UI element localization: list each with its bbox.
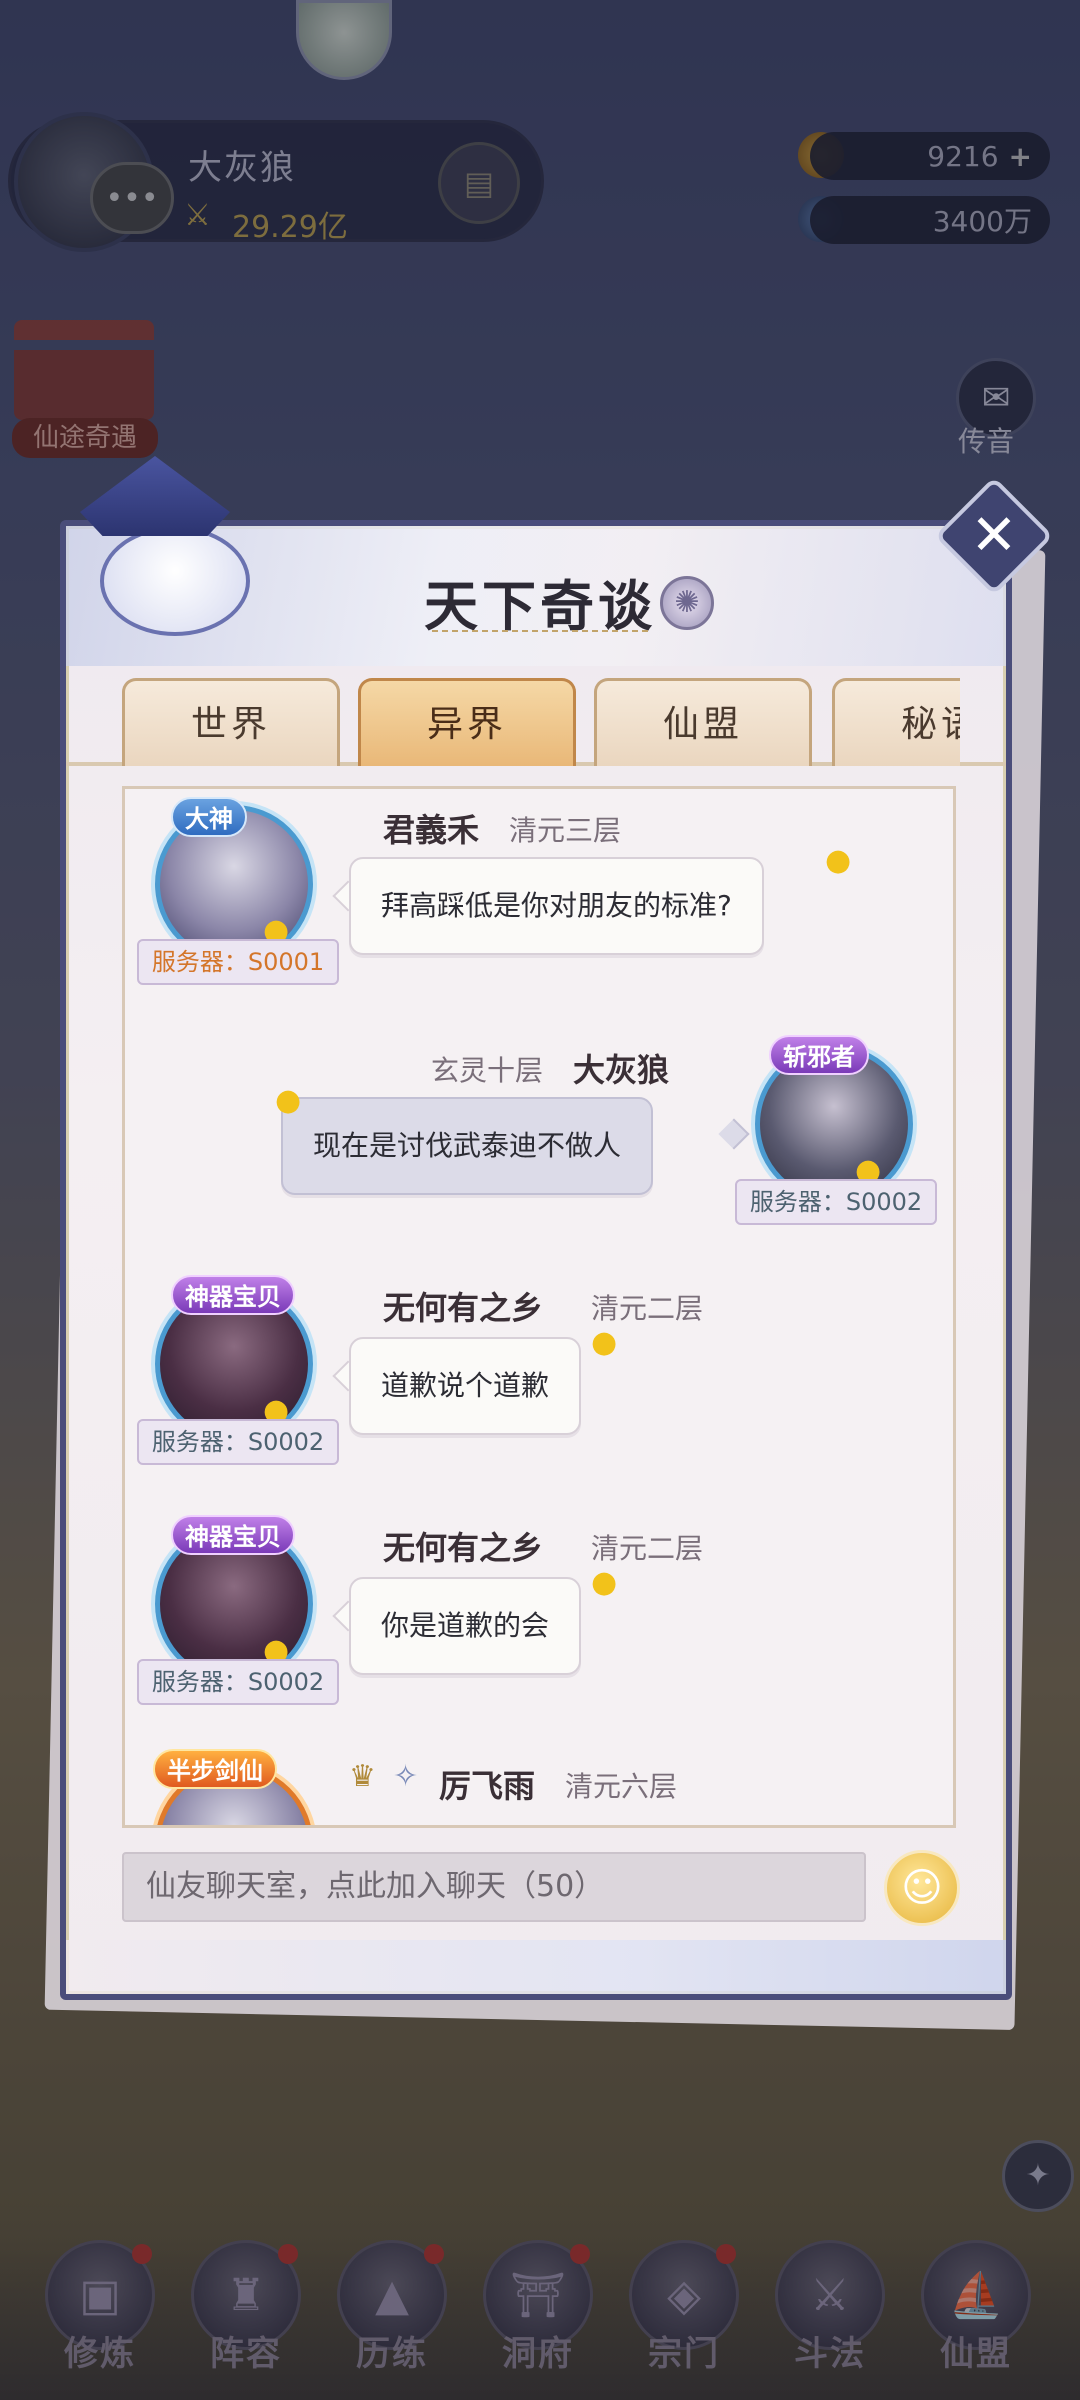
title-badge: 神器宝贝 bbox=[171, 1515, 295, 1555]
title-badge: 半步剑仙 bbox=[153, 1749, 277, 1789]
title-underline bbox=[432, 630, 648, 636]
sender-name: 厉飞雨 bbox=[439, 1767, 536, 1805]
spirit-icon: ✧ bbox=[393, 1759, 419, 1794]
duck-icon: ● bbox=[275, 1083, 302, 1118]
title-badge: 神器宝贝 bbox=[171, 1275, 295, 1315]
server-tag: 服务器：S0002 bbox=[137, 1659, 339, 1705]
message-bubble[interactable]: 现在是讨伐武泰迪不做人 bbox=[281, 1097, 654, 1195]
sender-rank: 清元六层 bbox=[565, 1770, 678, 1803]
emoji-icon[interactable]: ☺ bbox=[884, 1850, 960, 1926]
duck-icon: ● bbox=[591, 1325, 618, 1360]
sender-name: 无何有之乡 bbox=[383, 1289, 544, 1327]
tab-alliance[interactable]: 仙盟 bbox=[594, 678, 812, 766]
server-tag: 服务器：S0002 bbox=[137, 1419, 339, 1465]
pagoda-roof bbox=[80, 456, 230, 536]
sender-name: 大灰狼 bbox=[573, 1051, 670, 1089]
pagoda-disk bbox=[100, 526, 250, 636]
server-tag: 服务器：S0002 bbox=[735, 1179, 937, 1225]
server-tag: 服务器：S0001 bbox=[137, 939, 339, 985]
chat-input[interactable]: 仙友聊天室，点此加入聊天（50） bbox=[122, 1852, 866, 1922]
sender-rank: 清元三层 bbox=[509, 814, 622, 847]
title-badge: 大神 bbox=[171, 797, 247, 837]
sender-rank: 清元二层 bbox=[591, 1292, 704, 1325]
tab-otherworld[interactable]: 异界 bbox=[358, 678, 576, 766]
message-bubble[interactable]: 你是道歉的会 bbox=[349, 1577, 582, 1675]
title-badge: 斩邪者 bbox=[769, 1035, 869, 1075]
message-bubble[interactable]: 拜高踩低是你对朋友的标准? bbox=[349, 857, 764, 955]
duck-icon: ● bbox=[591, 1565, 618, 1600]
dialog-footer-decoration bbox=[66, 1940, 1006, 1994]
gear-icon[interactable]: ✺ bbox=[660, 576, 714, 630]
chat-message-list[interactable]: 大神 ● 服务器：S0001 君義禾 清元三层 拜高踩低是你对朋友的标准? ● … bbox=[122, 786, 956, 1828]
channel-tabs: 世界 异界 仙盟 秘语 bbox=[122, 678, 960, 766]
bubble-tail bbox=[718, 1118, 750, 1150]
sender-rank: 玄灵十层 bbox=[431, 1054, 544, 1087]
sender-name: 君義禾 bbox=[383, 811, 480, 849]
treasure-icon: ♛ bbox=[349, 1759, 376, 1794]
tab-secret[interactable]: 秘语 bbox=[832, 678, 960, 766]
close-icon[interactable]: ✕ bbox=[952, 494, 1036, 578]
sender-name: 无何有之乡 bbox=[383, 1529, 544, 1567]
tab-world[interactable]: 世界 bbox=[122, 678, 340, 766]
message-bubble[interactable]: 道歉说个道歉 bbox=[349, 1337, 582, 1435]
sender-rank: 清元二层 bbox=[591, 1532, 704, 1565]
pagoda-icon bbox=[40, 456, 270, 636]
duck-icon: ● bbox=[825, 843, 852, 878]
